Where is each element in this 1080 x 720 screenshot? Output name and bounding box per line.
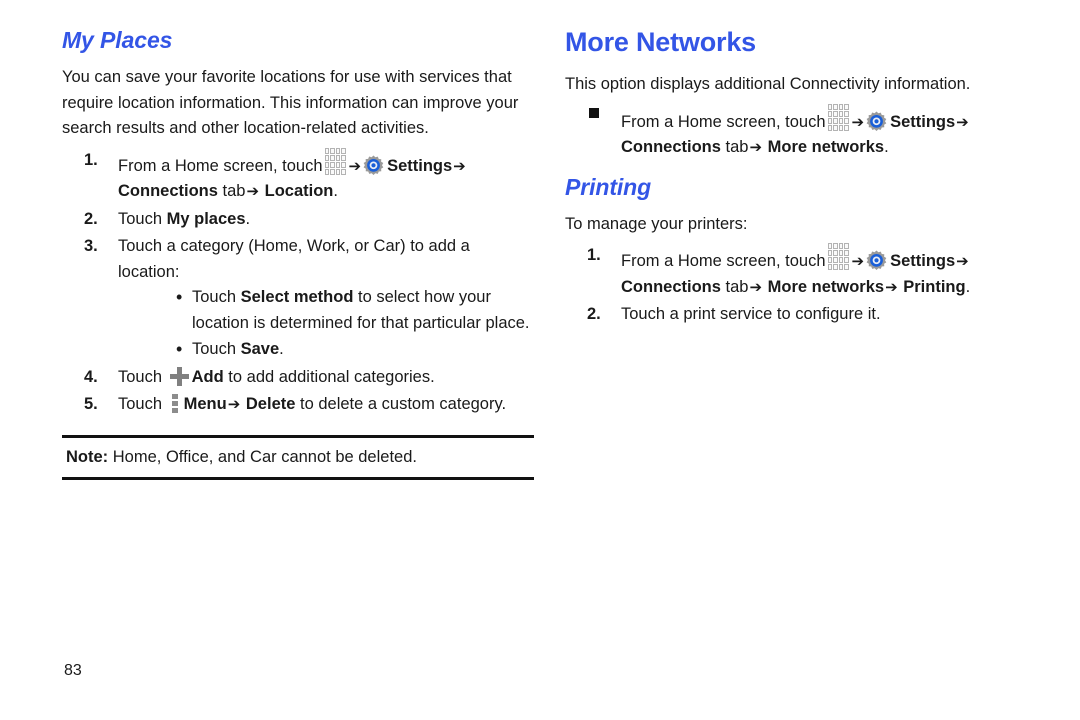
arrow-right-icon: ➔: [453, 156, 466, 175]
period: .: [333, 182, 338, 201]
settings-gear-icon: [866, 111, 887, 132]
list-marker: 1.: [84, 150, 98, 169]
arrow-right-icon: ➔: [749, 138, 763, 157]
list-marker: 5.: [84, 395, 98, 414]
plus-icon: [169, 366, 189, 386]
sub-bullet-text: Touch Save.: [192, 340, 284, 359]
save-label: Save: [240, 340, 280, 359]
more-networks-label: More networks: [767, 277, 885, 296]
my-places-intro-paragraph: You can save your favorite locations for…: [62, 68, 519, 138]
delete-label: Delete: [245, 395, 296, 414]
step-text: Touch a print service to configure it.: [621, 305, 881, 324]
arrow-right-icon: ➔: [246, 182, 260, 201]
period: .: [245, 209, 251, 228]
connections-label: Connections: [118, 182, 218, 201]
heading-printing: Printing: [565, 173, 652, 200]
period: .: [965, 277, 971, 296]
printing-label: Printing: [903, 277, 966, 296]
arrow-right-icon: ➔: [348, 156, 362, 175]
menu-label: Menu: [183, 395, 227, 414]
note-text: Home, Office, and Car cannot be deleted.: [112, 447, 417, 466]
location-label: Location: [264, 182, 334, 201]
right-column: More Networks This option displays addit…: [565, 28, 1035, 330]
add-label: Add: [191, 367, 224, 386]
arrow-right-icon: ➔: [851, 112, 865, 131]
tab-word: tab: [725, 277, 749, 296]
apps-grid-icon: [324, 147, 346, 175]
list-marker: 4.: [84, 367, 98, 386]
list-marker: 1.: [587, 246, 601, 265]
list-item: 1. From a Home screen, touch ➔ Settings➔ …: [62, 147, 534, 205]
list-item: • Touch Save.: [118, 337, 534, 363]
my-places-step-list: 1. From a Home screen, touch ➔ Settings➔ …: [62, 147, 534, 418]
connections-label: Connections: [621, 277, 721, 296]
list-item: • Touch Select method to select how your…: [118, 285, 534, 336]
bullet-dot-icon: •: [176, 339, 183, 360]
arrow-right-icon: ➔: [749, 277, 763, 296]
tab-word: tab: [725, 138, 749, 157]
printing-intro-paragraph: To manage your printers:: [565, 214, 748, 233]
list-item: 5. Touch Menu➔ Delete to delete a custom…: [62, 392, 534, 418]
step-text: From a Home screen, touch ➔ Settings➔ Con…: [118, 147, 467, 201]
page-number: 83: [64, 662, 82, 679]
manual-page: My Places You can save your favorite loc…: [0, 0, 1080, 720]
bullet-text: From a Home screen, touch ➔ Settings➔ Con…: [621, 103, 970, 157]
select-method-label: Select method: [240, 288, 354, 307]
settings-gear-icon: [363, 155, 384, 176]
step-text: Touch My places.: [118, 209, 251, 228]
arrow-right-icon: ➔: [851, 252, 865, 271]
left-column: My Places You can save your favorite loc…: [62, 28, 534, 480]
list-item: 2. Touch My places.: [62, 207, 534, 233]
my-places-label: My places: [166, 209, 246, 228]
arrow-right-icon: ➔: [885, 277, 898, 296]
printing-step-list: 1. From a Home screen, touch ➔ Settings➔ …: [565, 243, 1035, 328]
settings-gear-icon: [866, 250, 887, 271]
arrow-right-icon: ➔: [227, 395, 241, 414]
list-marker: 2.: [587, 305, 601, 324]
arrow-right-icon: ➔: [956, 252, 969, 271]
more-networks-intro-paragraph: This option displays additional Connecti…: [565, 75, 971, 94]
heading-more-networks: More Networks: [565, 27, 756, 57]
apps-grid-icon: [827, 103, 849, 131]
list-item: From a Home screen, touch ➔ Settings➔ Con…: [565, 103, 1035, 161]
connections-label: Connections: [621, 138, 721, 157]
list-marker: 3.: [84, 237, 98, 256]
bullet-dot-icon: •: [176, 287, 183, 308]
arrow-right-icon: ➔: [956, 112, 969, 131]
apps-grid-icon: [827, 243, 849, 271]
step-text: From a Home screen, touch ➔ Settings➔ Con…: [621, 243, 971, 296]
list-marker: 2.: [84, 209, 98, 228]
list-item: 2. Touch a print service to configure it…: [565, 302, 1035, 328]
heading-my-places: My Places: [62, 27, 173, 53]
square-bullet-icon: [589, 104, 619, 130]
note-box: Note: Home, Office, and Car cannot be de…: [62, 434, 534, 480]
list-item: 3. Touch a category (Home, Work, or Car)…: [62, 234, 534, 363]
list-item: 1. From a Home screen, touch ➔ Settings➔ …: [565, 243, 1035, 300]
period: .: [884, 138, 889, 157]
list-item: 4. Touch Add to add additional categorie…: [62, 365, 534, 391]
sub-bullet-text: Touch Select method to select how your l…: [192, 288, 530, 332]
settings-label: Settings: [387, 156, 453, 175]
settings-label: Settings: [890, 112, 956, 131]
settings-label: Settings: [890, 252, 956, 271]
step-text: Touch a category (Home, Work, or Car) to…: [118, 237, 470, 281]
note-label: Note:: [66, 447, 109, 466]
step-text: Touch Add to add additional categories.: [118, 366, 435, 386]
more-networks-bullet-list: From a Home screen, touch ➔ Settings➔ Con…: [565, 103, 1035, 161]
more-networks-label: More networks: [767, 138, 885, 157]
step-text: Touch Menu➔ Delete to delete a custom ca…: [118, 394, 507, 414]
tab-word: tab: [222, 182, 246, 201]
sub-bullet-list: • Touch Select method to select how your…: [118, 285, 534, 363]
overflow-menu-icon: [171, 394, 179, 414]
